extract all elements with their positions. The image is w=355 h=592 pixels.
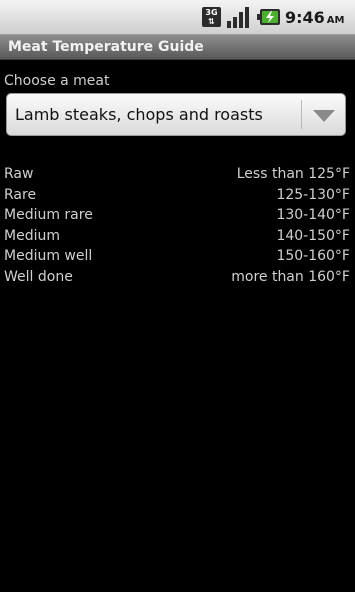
table-row: Rare 125-130°F <box>0 185 355 206</box>
temperature-range: Less than 125°F <box>236 166 350 182</box>
title-bar: Meat Temperature Guide <box>0 35 355 60</box>
doneness-label: Raw <box>4 166 34 182</box>
temperature-range: 140-150°F <box>276 227 350 244</box>
choose-meat-label: Choose a meat <box>4 73 110 89</box>
temperature-range: 125-130°F <box>276 186 350 203</box>
doneness-label: Well done <box>4 268 73 285</box>
battery-charging-icon <box>257 9 280 25</box>
temperature-range: 130-140°F <box>276 207 350 224</box>
table-row: Medium rare 130-140°F <box>0 205 355 226</box>
table-row: Raw Less than 125°F <box>0 164 355 185</box>
meat-spinner[interactable]: Lamb steaks, chops and roasts <box>6 93 346 136</box>
doneness-label: Medium rare <box>4 207 93 224</box>
doneness-label: Medium <box>4 227 60 244</box>
temperature-range: more than 160°F <box>231 268 350 285</box>
dropdown-arrow-icon[interactable] <box>313 110 335 122</box>
app-title: Meat Temperature Guide <box>8 39 204 55</box>
table-row: Well done more than 160°F <box>0 267 355 288</box>
temperature-table: Raw Less than 125°F Rare 125-130°F Mediu… <box>0 164 355 288</box>
status-clock: 9:46 AM <box>285 8 345 28</box>
selected-meat-value: Lamb steaks, chops and roasts <box>15 105 263 124</box>
temperature-range: 150-160°F <box>276 248 350 265</box>
table-row: Medium well 150-160°F <box>0 246 355 267</box>
status-bar: 3G ⇅ 9:46 AM <box>0 0 355 35</box>
arrows-icon: ⇅ <box>208 17 215 26</box>
clock-ampm: AM <box>326 15 345 26</box>
signal-strength-icon <box>227 7 249 28</box>
doneness-label: Rare <box>4 186 37 203</box>
clock-time: 9:46 <box>285 8 325 27</box>
network-type-label: 3G <box>205 8 218 17</box>
doneness-label: Medium well <box>4 248 93 265</box>
table-row: Medium 140-150°F <box>0 226 355 247</box>
spinner-divider <box>301 100 302 129</box>
data-transfer-icon: 3G ⇅ <box>202 7 221 27</box>
